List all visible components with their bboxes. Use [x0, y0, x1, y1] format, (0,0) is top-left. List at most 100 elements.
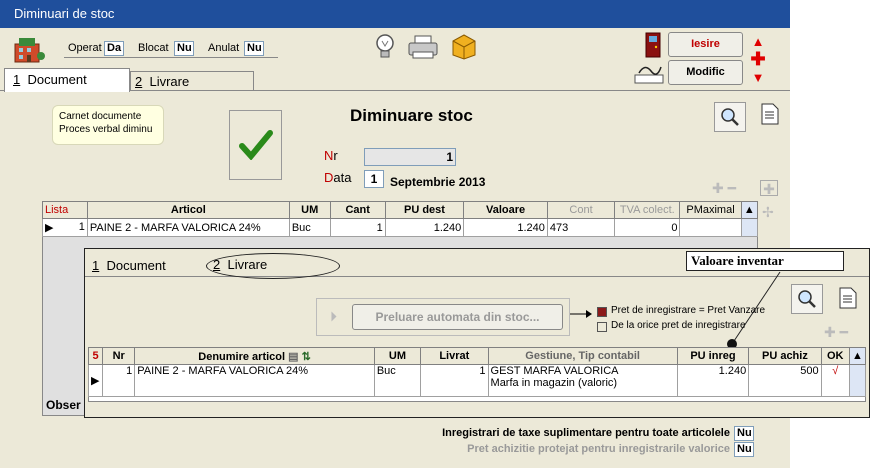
add-icon[interactable]: ✚	[750, 49, 766, 69]
building-icon[interactable]	[12, 34, 46, 64]
overlay-scrollbar-thumb[interactable]	[848, 364, 867, 397]
overlay-document-icon[interactable]	[838, 286, 858, 310]
overlay-add-remove-icons[interactable]: ✚ ━	[824, 324, 866, 340]
arrow-up-icon[interactable]: ▲	[750, 34, 766, 49]
cell-gestiune[interactable]: GEST MARFA VALORICA Marfa in magazin (val…	[487, 364, 678, 397]
cell-tva[interactable]: 0	[614, 218, 681, 237]
anulat-value[interactable]: Nu	[244, 41, 264, 56]
option1-checkbox[interactable]	[597, 307, 607, 317]
signature-icon[interactable]	[632, 60, 666, 86]
add-row-icon[interactable]: ✚	[760, 180, 778, 197]
valoare-inventar-callout: Valoare inventar	[686, 251, 844, 271]
cell-pu-inreg[interactable]: 1.240	[676, 364, 750, 397]
col-livrat[interactable]: Livrat	[420, 347, 489, 365]
cell-denumire[interactable]: PAINE 2 - MARFA VALORICA 24%	[134, 364, 375, 397]
overlay-tab-document[interactable]: 1 Document	[90, 257, 200, 277]
option1-label: Pret de inregistrare = Pret Vanzare	[611, 305, 766, 316]
document-icon[interactable]	[760, 102, 780, 126]
cell-ok[interactable]: √	[820, 364, 850, 397]
main-table: Lista Articol UM Cant PU dest Valoare Co…	[42, 201, 759, 237]
footer-line1: Inregistrari de taxe suplimentare pentru…	[442, 427, 730, 439]
carnet-note[interactable]: Carnet documente Proces verbal diminu	[52, 105, 164, 145]
anulat-label: Anulat	[208, 42, 240, 54]
col-pmaximal[interactable]: PMaximal	[679, 201, 742, 219]
lightbulb-icon[interactable]	[372, 32, 398, 62]
nr-field[interactable]: 1	[364, 148, 456, 166]
col-pu-achiz[interactable]: PU achiz	[748, 347, 822, 365]
iesire-label: Iesire	[691, 38, 720, 50]
tab-livrare[interactable]: 2 Livrare	[130, 71, 254, 91]
cell-pmaximal[interactable]	[679, 218, 742, 237]
iesire-button[interactable]: Iesire	[668, 32, 743, 57]
scroll-up-icon[interactable]: ▲	[740, 201, 759, 219]
arrow-right-icon	[570, 310, 592, 318]
add-remove-icons[interactable]: ✚ ━	[712, 180, 754, 196]
col-nr[interactable]: Nr	[102, 347, 136, 365]
operat-label: Operat	[68, 42, 102, 54]
col-um[interactable]: UM	[288, 201, 331, 219]
table-row[interactable]: ▶ 1 PAINE 2 - MARFA VALORICA 24% Buc 1 1.…	[42, 218, 759, 237]
option2-checkbox[interactable]	[597, 322, 607, 332]
col-tva[interactable]: TVA colect.	[614, 201, 681, 219]
col-um2[interactable]: UM	[373, 347, 422, 365]
cell-um2[interactable]: Buc	[373, 364, 422, 397]
cell-valoare[interactable]: 1.240	[463, 218, 548, 237]
col-denumire[interactable]: Denumire articol ▤ ⇅	[134, 347, 375, 365]
arrow-down-icon[interactable]: ▼	[750, 70, 766, 85]
footer-line2-value[interactable]: Nu	[734, 442, 754, 457]
printer-icon[interactable]	[406, 32, 440, 62]
cell-cant[interactable]: 1	[329, 218, 386, 237]
cell-pu-dest[interactable]: 1.240	[384, 218, 465, 237]
cell-cont[interactable]: 473	[546, 218, 616, 237]
overlay-tab-livrare[interactable]: 2 Livrare	[206, 253, 340, 279]
table-row[interactable]: ▶ 1 PAINE 2 - MARFA VALORICA 24% Buc 1 G…	[87, 364, 867, 397]
package-icon[interactable]	[448, 30, 480, 62]
funnel-icon: ⏵	[330, 308, 337, 324]
col-valoare[interactable]: Valoare	[463, 201, 548, 219]
tab-livrare-num: 2	[135, 74, 143, 89]
overlay-scroll-up-icon[interactable]: ▲	[848, 347, 867, 365]
nr-label: Nr	[324, 148, 338, 163]
col-pu-dest[interactable]: PU dest	[384, 201, 465, 219]
main-table-header: Lista Articol UM Cant PU dest Valoare Co…	[42, 201, 759, 219]
modific-button[interactable]: Modific	[668, 60, 743, 85]
preluare-button[interactable]: Preluare automata din stoc...	[352, 304, 563, 330]
col-lista[interactable]: Lista	[42, 201, 88, 219]
col-gestiune[interactable]: Gestiune, Tip contabil	[487, 347, 678, 365]
overlay-search-button[interactable]	[791, 284, 823, 314]
operat-value[interactable]: Da	[104, 41, 124, 56]
cell-livrat[interactable]: 1	[420, 364, 489, 397]
row-count: 5	[87, 347, 104, 365]
overlay-table: 5 Nr Denumire articol ▤ ⇅ UM Livrat Gest…	[87, 347, 867, 397]
data-month-year: Septembrie 2013	[390, 175, 486, 189]
row-pointer-icon: ▶	[45, 222, 54, 234]
tab-document[interactable]: 1 Document	[4, 68, 130, 92]
footer-line1-value[interactable]: Nu	[734, 426, 754, 441]
cell-um[interactable]: Buc	[288, 218, 331, 237]
blocat-value[interactable]: Nu	[174, 41, 194, 56]
scrollbar-thumb[interactable]	[740, 218, 759, 237]
overlay-row-pointer-icon: ▶	[87, 364, 104, 397]
page-title: Diminuare stoc	[350, 106, 473, 125]
exit-door-icon[interactable]	[644, 32, 662, 58]
tree-icon: ▤	[288, 350, 299, 363]
col-pu-inreg[interactable]: PU inreg	[676, 347, 750, 365]
col-articol[interactable]: Articol	[86, 201, 290, 219]
checkmark-icon[interactable]	[229, 110, 282, 180]
overlay-tab-document-label: Document	[106, 258, 166, 273]
search-button[interactable]	[714, 102, 746, 132]
tab-document-label: Document	[27, 72, 87, 87]
col-cont[interactable]: Cont	[546, 201, 616, 219]
data-day-field[interactable]: 1	[364, 170, 384, 188]
col-ok[interactable]: OK	[820, 347, 850, 365]
cell-articol[interactable]: PAINE 2 - MARFA VALORICA 24%	[86, 218, 290, 237]
observatii-label: Obser	[46, 398, 81, 412]
move-icon[interactable]: ✢	[762, 204, 774, 221]
cell-pu-achiz[interactable]: 500	[748, 364, 822, 397]
option2-label: De la orice pret de inregistrare	[611, 320, 746, 331]
modific-label: Modific	[686, 66, 725, 78]
cell-nr[interactable]: 1	[102, 364, 136, 397]
overlay-table-header: 5 Nr Denumire articol ▤ ⇅ UM Livrat Gest…	[87, 347, 867, 365]
cell-lista: ▶ 1	[42, 218, 88, 237]
col-cant[interactable]: Cant	[329, 201, 386, 219]
